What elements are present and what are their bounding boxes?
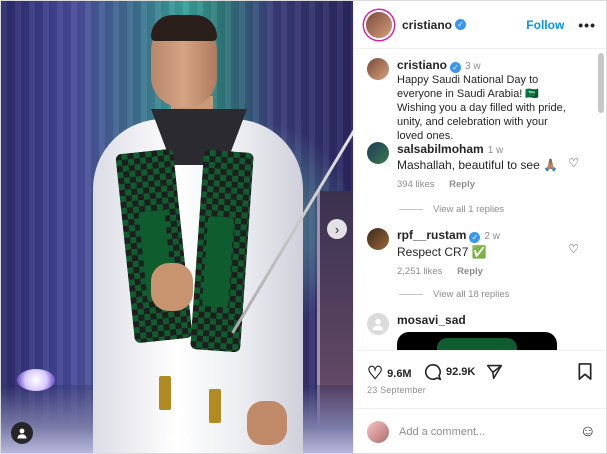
- reply-button[interactable]: Reply: [457, 266, 483, 277]
- verified-badge-icon: ✓: [450, 62, 462, 73]
- caption-header: cristiano ✓ 3 w: [397, 58, 577, 73]
- post-sidebar: cristiano ✓ Follow ••• cristiano ✓ 3 w Hap…: [353, 1, 606, 453]
- current-user-avatar: [367, 421, 389, 443]
- tassel-left: [159, 376, 171, 410]
- comment-username[interactable]: rpf__rustam: [397, 228, 466, 242]
- comment-time: 1 w: [487, 145, 504, 156]
- more-icon[interactable]: •••: [578, 17, 596, 33]
- comment-like-heart-icon[interactable]: ♡: [568, 156, 579, 170]
- view-replies-button[interactable]: View all 18 replies: [399, 289, 509, 300]
- caption: cristiano ✓ 3 w Happy Saudi National Day t…: [367, 58, 577, 143]
- comment-username[interactable]: mosavi_sad: [397, 313, 466, 327]
- share-button[interactable]: [486, 363, 503, 380]
- comment-text: Mashallah, beautiful to see 🙏🏽: [397, 158, 559, 172]
- post-header: cristiano ✓ Follow •••: [354, 1, 606, 49]
- heart-icon: ♡: [367, 363, 384, 383]
- caption-avatar[interactable]: [367, 58, 389, 80]
- view-replies-label: View all 18 replies: [433, 289, 510, 300]
- comment-body: salsabilmoham 1 w Mashallah, beautiful to…: [397, 142, 577, 190]
- author-username[interactable]: cristiano: [402, 18, 452, 32]
- like-button[interactable]: ♡ 9.6M: [367, 363, 412, 384]
- comment-button[interactable]: 92.9K: [424, 363, 475, 381]
- post-photo: ›: [1, 1, 353, 453]
- save-button[interactable]: [578, 363, 592, 380]
- emoji-icon[interactable]: ☺: [580, 423, 596, 441]
- bookmark-icon: [578, 363, 592, 380]
- comment-avatar[interactable]: [367, 228, 389, 250]
- comment-header: rpf__rustam ✓ 2 w: [397, 228, 577, 243]
- send-icon: [486, 364, 503, 380]
- comment-body: rpf__rustam ✓ 2 w Respect CR7 ✅ 2,251 like…: [397, 228, 577, 277]
- carousel-dot: [176, 436, 181, 441]
- caption-username[interactable]: cristiano: [397, 58, 447, 72]
- hand: [151, 263, 193, 311]
- user-icon: [17, 428, 27, 439]
- comment-time: 2 w: [484, 231, 500, 242]
- hand-lower: [247, 401, 287, 445]
- caption-body: cristiano ✓ 3 w Happy Saudi National Day t…: [397, 58, 577, 143]
- view-replies-button[interactable]: View all 1 replies: [399, 204, 504, 215]
- tagged-users-button[interactable]: [11, 422, 33, 444]
- comment-like-heart-icon[interactable]: ♡: [568, 242, 579, 256]
- comment-text: Respect CR7 ✅: [397, 245, 487, 259]
- comment-header: salsabilmoham 1 w: [397, 142, 577, 156]
- reply-button[interactable]: Reply: [449, 179, 475, 190]
- verified-badge-icon: ✓: [469, 232, 481, 243]
- hair: [151, 15, 217, 41]
- author-avatar[interactable]: [366, 11, 392, 38]
- comment-media[interactable]: [397, 332, 557, 350]
- comment: salsabilmoham 1 w Mashallah, beautiful to…: [367, 142, 577, 190]
- comment-avatar[interactable]: [367, 313, 389, 335]
- stage-lamp: [17, 369, 55, 391]
- comment: rpf__rustam ✓ 2 w Respect CR7 ✅ 2,251 like…: [367, 228, 577, 277]
- next-image-button[interactable]: ›: [327, 219, 347, 239]
- comment-count: 92.9K: [446, 366, 476, 378]
- post-date: 23 September: [367, 385, 426, 395]
- scrollbar[interactable]: [598, 53, 604, 113]
- comment-likes[interactable]: 394 likes: [397, 179, 435, 190]
- default-avatar-icon: [372, 318, 384, 331]
- add-comment-input[interactable]: Add a comment...: [399, 426, 580, 438]
- comment-avatar[interactable]: [367, 142, 389, 164]
- comment-likes[interactable]: 2,251 likes: [397, 266, 442, 277]
- comment-meta: 2,251 likes Reply: [397, 266, 577, 277]
- carousel-dots: [167, 436, 190, 441]
- carousel-dot: [167, 436, 172, 441]
- comment-meta: 394 likes Reply: [397, 179, 577, 190]
- add-comment-bar: Add a comment... ☺: [354, 408, 606, 453]
- comments-list[interactable]: cristiano ✓ 3 w Happy Saudi National Day t…: [354, 50, 606, 350]
- like-count: 9.6M: [387, 367, 412, 380]
- comment-username[interactable]: salsabilmoham: [397, 142, 484, 156]
- action-bar: ♡ 9.6M 92.9K 23 September: [354, 350, 606, 408]
- follow-button[interactable]: Follow: [526, 18, 564, 32]
- comment-header: mosavi_sad: [397, 313, 577, 327]
- tassel-right: [209, 389, 221, 423]
- comment-icon: [424, 363, 442, 381]
- verified-badge-icon: ✓: [455, 19, 467, 30]
- view-replies-label: View all 1 replies: [433, 204, 505, 215]
- instagram-post-modal: › cristiano ✓ Follow ••• cristiano ✓ 3 w…: [0, 0, 607, 454]
- caption-text: Happy Saudi National Day to everyone in …: [397, 74, 566, 142]
- caption-time: 3 w: [465, 61, 481, 72]
- chevron-right-icon: ›: [334, 221, 340, 237]
- carousel-dot: [185, 436, 190, 441]
